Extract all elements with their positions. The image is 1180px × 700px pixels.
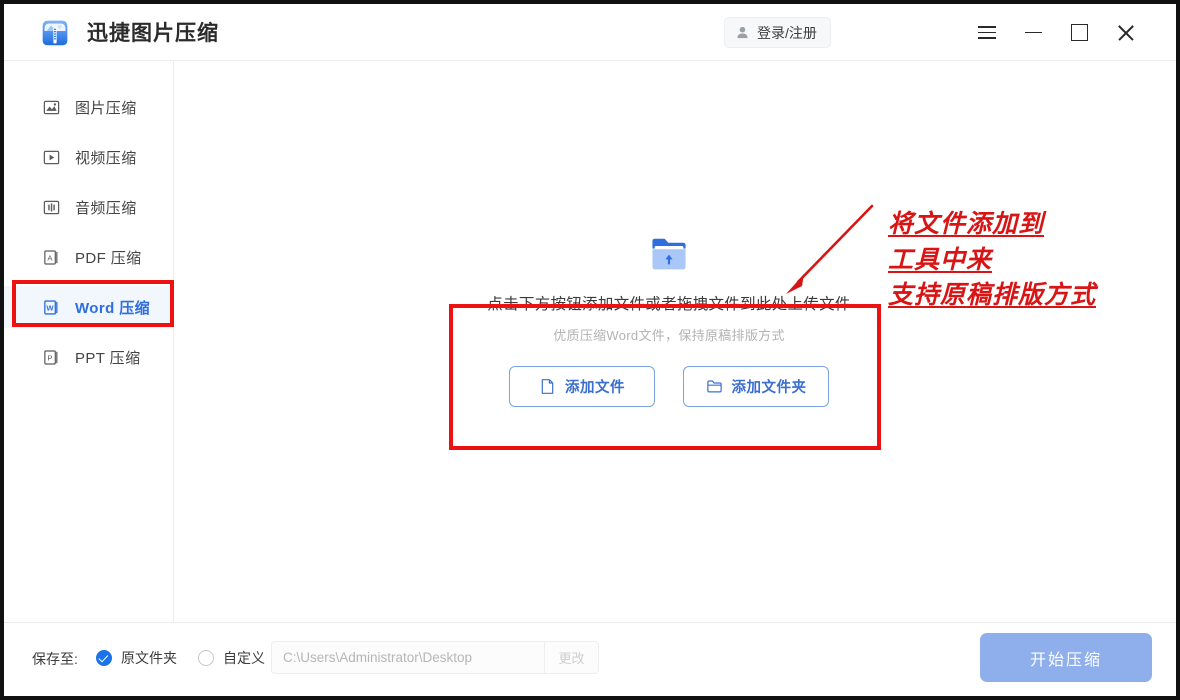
close-icon[interactable] xyxy=(1102,12,1148,54)
sidebar-item-label: Word 压缩 xyxy=(75,299,151,317)
save-path-group: 更改 xyxy=(271,641,599,674)
drop-zone-subtitle: 优质压缩Word文件，保持原稿排版方式 xyxy=(553,328,785,343)
sidebar-item-pdf[interactable]: A PDF 压缩 xyxy=(4,236,173,278)
person-icon xyxy=(737,26,748,39)
app-title: 迅捷图片压缩 xyxy=(87,22,219,45)
sidebar-item-label: PDF 压缩 xyxy=(75,249,142,267)
file-drop-zone[interactable]: 点击下方按钮添加文件或者拖拽文件到此处上传文件 优质压缩Word文件，保持原稿排… xyxy=(449,237,889,407)
title-bar: 迅捷图片压缩 登录/注册 xyxy=(4,4,1176,61)
add-folder-label: 添加文件夹 xyxy=(731,380,807,396)
sidebar-item-video[interactable]: 视频压缩 xyxy=(4,136,173,178)
drop-zone-title: 点击下方按钮添加文件或者拖拽文件到此处上传文件 xyxy=(487,296,851,313)
sidebar-item-label: PPT 压缩 xyxy=(75,349,141,367)
main-content: 点击下方按钮添加文件或者拖拽文件到此处上传文件 优质压缩Word文件，保持原稿排… xyxy=(175,61,1176,622)
login-register-button[interactable]: 登录/注册 xyxy=(724,17,831,48)
add-folder-button[interactable]: 添加文件夹 xyxy=(683,366,829,407)
start-compress-label: 开始压缩 xyxy=(1029,651,1102,669)
compress-bag-icon xyxy=(36,13,74,51)
video-play-icon xyxy=(43,150,60,164)
sidebar-item-label: 音频压缩 xyxy=(75,199,137,217)
window-controls xyxy=(964,4,1164,61)
audio-wave-icon xyxy=(43,200,60,214)
radio-unchecked-icon xyxy=(198,650,214,666)
hamburger-menu-icon[interactable] xyxy=(964,12,1010,54)
login-label: 登录/注册 xyxy=(757,24,817,41)
ppt-file-icon: P xyxy=(44,349,58,365)
image-icon xyxy=(43,100,60,114)
svg-text:A: A xyxy=(47,253,53,262)
radio-checked-icon xyxy=(96,650,112,666)
add-file-label: 添加文件 xyxy=(565,380,625,396)
sidebar-item-label: 图片压缩 xyxy=(75,99,137,117)
pdf-file-icon: A xyxy=(44,249,58,265)
svg-text:W: W xyxy=(46,303,54,312)
minimize-icon[interactable] xyxy=(1010,12,1056,54)
folder-icon xyxy=(706,380,722,393)
radio-original-label: 原文件夹 xyxy=(121,650,177,666)
sidebar-item-image[interactable]: 图片压缩 xyxy=(4,86,173,128)
word-file-icon: W xyxy=(44,299,58,315)
add-file-button[interactable]: 添加文件 xyxy=(509,366,655,407)
sidebar-item-label: 视频压缩 xyxy=(75,149,137,167)
sidebar: 图片压缩 视频压缩 音频压缩 A PDF 压缩 W Word 压缩 P PPT … xyxy=(4,61,174,622)
brand: 迅捷图片压缩 xyxy=(36,13,219,51)
save-path-input[interactable] xyxy=(272,649,544,666)
maximize-icon[interactable] xyxy=(1056,12,1102,54)
save-to-label: 保存至: xyxy=(32,651,78,667)
sidebar-item-word[interactable]: W Word 压缩 xyxy=(4,286,173,328)
document-icon xyxy=(541,379,554,394)
start-compress-button[interactable]: 开始压缩 xyxy=(980,633,1152,682)
drop-zone-actions: 添加文件 添加文件夹 xyxy=(509,366,829,407)
radio-custom-folder[interactable]: 自定义 xyxy=(198,648,265,668)
sidebar-item-ppt[interactable]: P PPT 压缩 xyxy=(4,336,173,378)
radio-custom-label: 自定义 xyxy=(223,650,265,666)
svg-text:P: P xyxy=(47,353,52,362)
change-path-button[interactable]: 更改 xyxy=(544,642,598,673)
radio-original-folder[interactable]: 原文件夹 xyxy=(96,648,177,668)
folder-upload-icon xyxy=(652,238,686,270)
app-window: 迅捷图片压缩 登录/注册 图片压缩 视频压缩 音频压缩 A PDF 压缩 W W… xyxy=(0,0,1180,700)
sidebar-item-audio[interactable]: 音频压缩 xyxy=(4,186,173,228)
